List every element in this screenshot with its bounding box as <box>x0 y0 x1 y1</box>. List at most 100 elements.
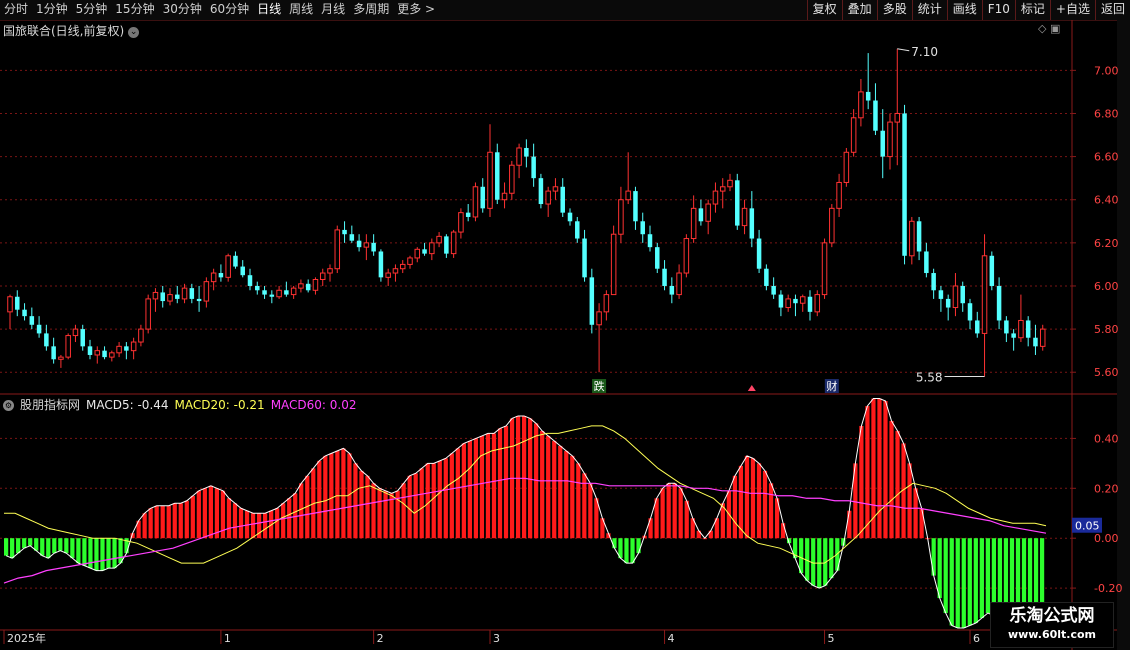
event-marker-label: 跌 <box>594 379 605 393</box>
macd5-bar <box>431 463 436 539</box>
candle-body-up <box>625 190 631 201</box>
current-value-label: 0.05 <box>1075 520 1100 533</box>
time-label: 5 <box>828 632 835 645</box>
macd5-bar <box>576 463 581 539</box>
candle-body-down <box>44 333 49 347</box>
macd5-bar <box>528 418 533 539</box>
candle-body-up <box>414 248 421 259</box>
candle-body-up <box>319 272 326 280</box>
candle-body-up <box>72 328 79 337</box>
macd5-bar <box>443 458 448 539</box>
candle-body-up <box>7 296 13 313</box>
macd5-bar <box>4 538 9 556</box>
candle-body-down <box>771 285 776 295</box>
candle-body-down <box>938 290 944 299</box>
macd5-bar <box>10 538 15 559</box>
macd5-bar <box>425 463 430 539</box>
macd5-bar <box>461 443 466 539</box>
candle-body-up <box>487 151 493 209</box>
candle-body-down <box>633 191 638 222</box>
time-label: 2025年 <box>7 631 46 645</box>
candle-body-up <box>843 151 850 183</box>
candle-body-down <box>218 273 224 278</box>
macd5-bar <box>28 538 33 546</box>
macd5-bar <box>811 538 816 586</box>
macd5-bar <box>196 490 201 539</box>
candle-body-down <box>589 277 595 325</box>
candle-body-up <box>450 231 457 255</box>
macd5-bar <box>485 433 491 539</box>
candle-body-down <box>444 236 449 254</box>
chart-canvas[interactable]: 7.00 6.80 6.60 6.40 6.20 6.00 5.80 5.60 7.10 5.58… <box>0 0 1130 650</box>
candle-body-down <box>531 156 536 179</box>
candle-body-down <box>284 290 289 295</box>
candle-body-down <box>924 251 929 274</box>
macd5-bar <box>859 425 864 539</box>
candle-body-up <box>145 298 151 330</box>
candle-body-up <box>981 255 988 334</box>
macd5-bar <box>16 538 21 554</box>
macd5-bar <box>299 483 304 539</box>
gear-icon[interactable]: ⚙ <box>3 400 14 411</box>
time-label: 3 <box>493 632 500 645</box>
candle-body-up <box>603 294 610 313</box>
macd5-bar <box>208 485 214 539</box>
candle-body-down <box>880 130 885 157</box>
macd5-bar <box>365 475 370 539</box>
macd5-bar <box>889 420 894 539</box>
candle-body-up <box>152 291 159 300</box>
macd5-bar <box>172 503 177 539</box>
candle-body-down <box>960 285 965 304</box>
candle-body-down <box>36 324 42 334</box>
macd5-bar <box>323 455 328 539</box>
candle-body-up <box>472 186 479 218</box>
candle-body-down <box>967 303 973 321</box>
indicator-title[interactable]: ⚙ 股朋指标网 MACD5: -0.44 MACD20: -0.21 MACD60: 0… <box>3 396 363 413</box>
macd5-bar <box>630 538 635 564</box>
candle-body-down <box>931 273 936 291</box>
candle-body-up <box>116 345 122 354</box>
candle-body-down <box>524 147 529 157</box>
macd5-bar <box>473 438 479 539</box>
price-tick-label: 5.80 <box>1094 323 1119 336</box>
macd5-bar <box>94 538 99 571</box>
macd5-bar <box>154 505 159 539</box>
logo-url: www.60lt.com <box>1007 628 1097 641</box>
candle-body-down <box>582 238 587 278</box>
candle-body-up <box>719 186 726 192</box>
low-label: 5.58 <box>916 371 943 385</box>
macd5-bar <box>419 468 424 539</box>
macd5-bar <box>401 483 406 539</box>
candle-body-down <box>349 234 355 241</box>
candle-body-down <box>22 309 27 317</box>
candle-body-up <box>618 199 624 235</box>
candle-body-down <box>175 294 180 299</box>
macd5-bar <box>979 538 984 619</box>
candle-body-down <box>495 152 500 200</box>
candle-body-down <box>793 298 798 304</box>
candle-body-down <box>371 242 376 252</box>
candle-body-down <box>124 346 129 351</box>
macd-tick-label: 0.00 <box>1094 532 1119 545</box>
candle-body-up <box>712 190 719 205</box>
candle-body-down <box>1025 320 1031 338</box>
macd5-bar <box>118 538 123 564</box>
candle-body-up <box>327 268 333 274</box>
macd5-bar <box>341 448 346 539</box>
macd5-bar <box>750 458 756 539</box>
candle-body-up <box>109 352 115 358</box>
macd5-bar <box>184 500 189 539</box>
macd5-bar <box>895 430 900 539</box>
candle-body-down <box>378 251 384 278</box>
macd5-bar <box>883 400 888 539</box>
candle-body-up <box>429 242 435 255</box>
price-tick-label: 6.80 <box>1094 107 1119 120</box>
candle-body-down <box>945 298 951 308</box>
indicator-name: 股朋指标网 <box>20 398 81 412</box>
candle-body-down <box>102 350 107 358</box>
macd5-bar <box>377 488 382 539</box>
macd5-bar <box>335 450 340 539</box>
macd5-bar <box>58 538 63 551</box>
candle-body-up <box>785 298 791 309</box>
candle-body-down <box>916 221 922 252</box>
